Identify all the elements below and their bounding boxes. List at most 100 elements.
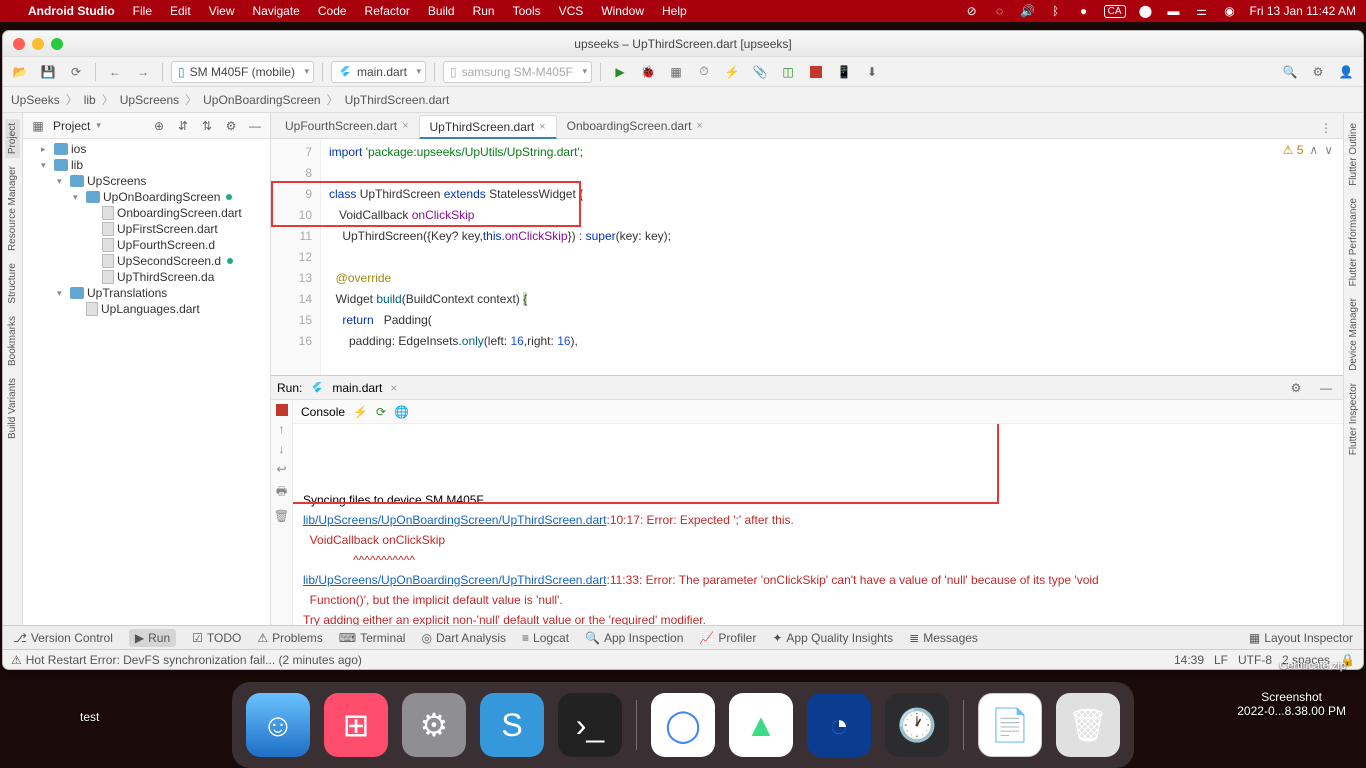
- more-tabs-icon[interactable]: ⋮: [1315, 117, 1337, 139]
- hot-reload-icon[interactable]: ⚡: [721, 61, 743, 83]
- volume-icon[interactable]: 🔊: [1020, 3, 1036, 19]
- control-center-icon[interactable]: ⚌: [1194, 3, 1210, 19]
- breadcrumb-item[interactable]: lib: [84, 93, 96, 107]
- rerun-icon[interactable]: ↑: [279, 422, 285, 436]
- dock-launchpad-icon[interactable]: ⊞: [324, 693, 388, 757]
- breadcrumb-item[interactable]: UpScreens: [120, 93, 179, 107]
- left-tab-project[interactable]: Project: [5, 119, 20, 158]
- attach-icon[interactable]: 📎: [749, 61, 771, 83]
- tool-settings-icon[interactable]: ⚙: [222, 117, 240, 135]
- clear-all-icon[interactable]: 🗑: [274, 509, 289, 523]
- dock-skype-icon[interactable]: S: [480, 693, 544, 757]
- tree-folder[interactable]: ▾UpOnBoardingScreen: [23, 189, 270, 205]
- tree-file[interactable]: UpSecondScreen.d: [23, 253, 270, 269]
- maximize-window-button[interactable]: [51, 38, 63, 50]
- menu-vcs[interactable]: VCS: [559, 4, 584, 18]
- sdk-icon[interactable]: ⬇: [861, 61, 883, 83]
- project-view-label[interactable]: Project: [53, 119, 90, 133]
- left-tab-resource-manager[interactable]: Resource Manager: [5, 162, 20, 255]
- editor-tab[interactable]: UpFourthScreen.dart×: [275, 114, 419, 138]
- bottom-version-control[interactable]: ⎇ Version Control: [13, 631, 113, 645]
- editor-tab[interactable]: OnboardingScreen.dart×: [557, 114, 713, 138]
- bottom-logcat[interactable]: ≡ Logcat: [522, 631, 569, 645]
- bottom-profiler[interactable]: 📈 Profiler: [699, 631, 756, 645]
- menu-tools[interactable]: Tools: [513, 4, 541, 18]
- bottom-problems[interactable]: ⚠ Problems: [257, 631, 322, 645]
- status-warning-icon[interactable]: ⚠: [11, 653, 22, 667]
- locale-badge[interactable]: CA: [1104, 5, 1126, 18]
- dock-trash-icon[interactable]: 🗑: [1056, 693, 1120, 757]
- tree-folder[interactable]: ▾lib: [23, 157, 270, 173]
- file-encoding[interactable]: UTF-8: [1238, 653, 1272, 667]
- editor-tab[interactable]: UpThirdScreen.dart×: [419, 115, 557, 139]
- dock-terminal-icon[interactable]: ›_: [558, 693, 622, 757]
- menu-build[interactable]: Build: [428, 4, 455, 18]
- dock-clock-icon[interactable]: 🕐: [885, 693, 949, 757]
- close-tab-icon[interactable]: ×: [696, 120, 702, 132]
- desktop-file-label[interactable]: Screenshot2022-0...8.38.00 PM: [1237, 690, 1346, 718]
- right-tab-flutter-inspector[interactable]: Flutter Inspector: [1346, 379, 1361, 459]
- tree-folder[interactable]: ▾UpTranslations: [23, 285, 270, 301]
- bottom-messages[interactable]: ≣ Messages: [909, 631, 978, 645]
- run-button-icon[interactable]: ▶: [609, 61, 631, 83]
- code-editor[interactable]: 78910111213141516 import 'package:upseek…: [271, 139, 1343, 375]
- breadcrumb-item[interactable]: UpOnBoardingScreen: [203, 93, 320, 107]
- inspection-up-icon[interactable]: ∧: [1309, 143, 1318, 157]
- error-file-link[interactable]: lib/UpScreens/UpOnBoardingScreen/UpThird…: [303, 513, 607, 527]
- right-tab-flutter-performance[interactable]: Flutter Performance: [1346, 194, 1361, 290]
- dock-chrome-icon[interactable]: ◯: [651, 693, 715, 757]
- bottom-app-quality[interactable]: ✦ App Quality Insights: [772, 631, 893, 645]
- hide-run-icon[interactable]: —: [1315, 377, 1337, 399]
- back-icon[interactable]: ←: [104, 61, 126, 83]
- bottom-layout-inspector[interactable]: ▦ Layout Inspector: [1249, 631, 1353, 645]
- left-tab-structure[interactable]: Structure: [5, 259, 20, 308]
- reload-icon[interactable]: ⟳: [65, 61, 87, 83]
- bottom-run[interactable]: ▶ Run: [129, 629, 176, 647]
- datetime[interactable]: Fri 13 Jan 11:42 AM: [1250, 4, 1357, 18]
- bottom-dart-analysis[interactable]: ◎ Dart Analysis: [421, 631, 506, 645]
- open-file-icon[interactable]: 📂: [9, 61, 31, 83]
- console-output[interactable]: Syncing files to device SM M405F...lib/U…: [293, 424, 1343, 625]
- menu-window[interactable]: Window: [601, 4, 644, 18]
- tree-file[interactable]: UpFourthScreen.d: [23, 237, 270, 253]
- dock-settings-icon[interactable]: ⚙: [402, 693, 466, 757]
- coverage-icon[interactable]: ▦: [665, 61, 687, 83]
- expand-all-icon[interactable]: ⇵: [174, 117, 192, 135]
- print-icon[interactable]: 🖶: [276, 482, 287, 503]
- warnings-indicator[interactable]: ⚠ 5: [1283, 143, 1304, 157]
- menu-code[interactable]: Code: [318, 4, 347, 18]
- tree-file[interactable]: UpThirdScreen.da: [23, 269, 270, 285]
- soft-wrap-icon[interactable]: ↩: [276, 462, 286, 476]
- bottom-terminal[interactable]: ⌨ Terminal: [339, 631, 406, 645]
- loading-icon[interactable]: ◌: [992, 3, 1008, 19]
- tree-file[interactable]: UpFirstScreen.dart: [23, 221, 270, 237]
- devtools-icon[interactable]: ◫: [777, 61, 799, 83]
- minimize-window-button[interactable]: [32, 38, 44, 50]
- breadcrumb-item[interactable]: UpThirdScreen.dart: [345, 93, 450, 107]
- avd-icon[interactable]: 📱: [833, 61, 855, 83]
- caret-position[interactable]: 14:39: [1174, 653, 1204, 667]
- tree-file[interactable]: UpLanguages.dart: [23, 301, 270, 317]
- device-selector[interactable]: ▯SM M405F (mobile): [171, 61, 314, 83]
- dnd-icon[interactable]: ⊘: [964, 3, 980, 19]
- tree-folder[interactable]: ▾UpScreens: [23, 173, 270, 189]
- console-tab-label[interactable]: Console: [301, 405, 345, 419]
- tree-file[interactable]: OnboardingScreen.dart: [23, 205, 270, 221]
- dock-android-studio-icon[interactable]: ▲: [729, 693, 793, 757]
- collapse-all-icon[interactable]: ⇅: [198, 117, 216, 135]
- forward-icon[interactable]: →: [132, 61, 154, 83]
- menu-edit[interactable]: Edit: [170, 4, 191, 18]
- debug-button-icon[interactable]: 🐞: [637, 61, 659, 83]
- menu-navigate[interactable]: Navigate: [252, 4, 299, 18]
- siri-icon[interactable]: ◉: [1222, 3, 1238, 19]
- menubar-app-name[interactable]: Android Studio: [28, 4, 115, 18]
- hide-tool-icon[interactable]: —: [246, 117, 264, 135]
- wifi-icon[interactable]: ⬤: [1138, 3, 1154, 19]
- close-run-tab-icon[interactable]: ×: [390, 381, 397, 395]
- locate-icon[interactable]: ⊕: [150, 117, 168, 135]
- settings-icon[interactable]: ⚙: [1307, 61, 1329, 83]
- bottom-todo[interactable]: ☑ TODO: [192, 631, 241, 645]
- line-ending[interactable]: LF: [1214, 653, 1228, 667]
- menu-file[interactable]: File: [133, 4, 152, 18]
- left-tab-bookmarks[interactable]: Bookmarks: [5, 312, 20, 370]
